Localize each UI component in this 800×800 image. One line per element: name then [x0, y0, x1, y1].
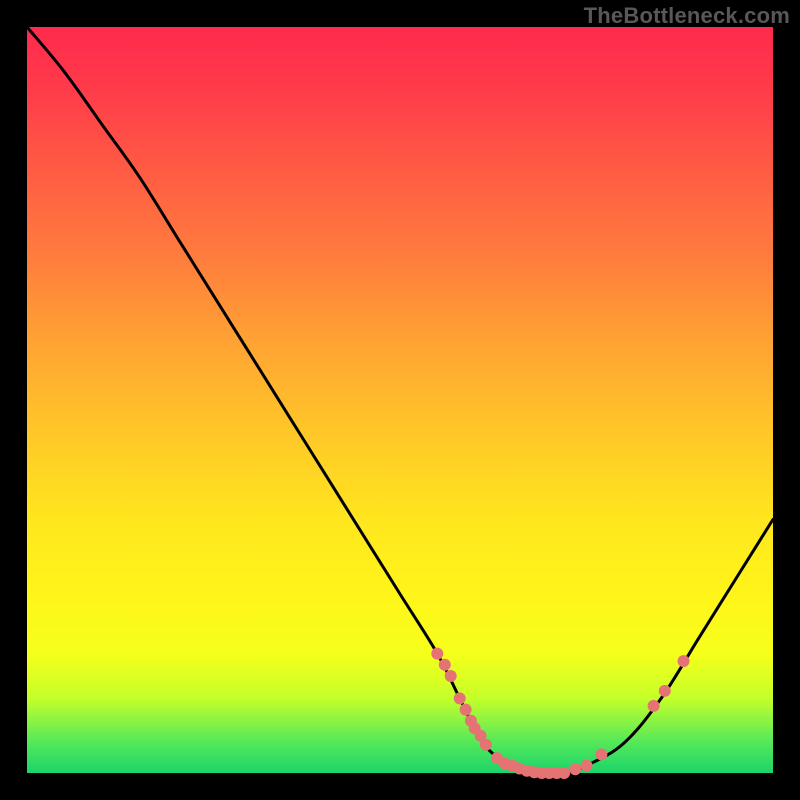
data-dot	[595, 748, 607, 760]
bottleneck-curve	[27, 27, 773, 774]
data-dot	[439, 659, 451, 671]
watermark-text: TheBottleneck.com	[584, 3, 790, 29]
data-dot	[558, 767, 570, 779]
data-dot	[581, 760, 593, 772]
data-dot	[659, 685, 671, 697]
data-dot	[648, 700, 660, 712]
data-dot	[431, 648, 443, 660]
data-dot	[678, 655, 690, 667]
chart-svg	[27, 27, 773, 773]
data-dot	[454, 692, 466, 704]
data-dot	[445, 670, 457, 682]
data-dot	[480, 739, 492, 751]
data-dot	[569, 763, 581, 775]
chart-frame: TheBottleneck.com	[0, 0, 800, 800]
data-dot	[460, 704, 472, 716]
